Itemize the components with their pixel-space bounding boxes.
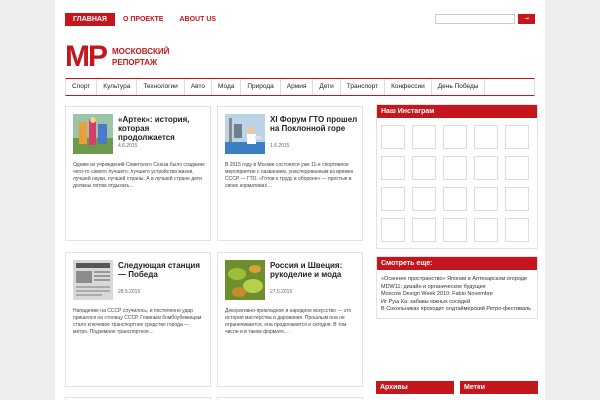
category-kids[interactable]: Дети bbox=[313, 79, 341, 95]
instagram-photo[interactable] bbox=[474, 125, 498, 149]
category-transport[interactable]: Транспорт bbox=[341, 79, 386, 95]
post-excerpt: Нападение на СССР случилось, и постепенн… bbox=[73, 308, 202, 335]
post-excerpt: В 2015 году в Москве состоялся уже 11-е … bbox=[225, 162, 354, 189]
instagram-photo[interactable] bbox=[412, 218, 436, 242]
logo-mark: МР bbox=[65, 40, 108, 73]
instagram-photo[interactable] bbox=[443, 187, 467, 211]
post-title[interactable]: Россия и Швеция: рукоделие и мода bbox=[270, 261, 360, 279]
instagram-photo[interactable] bbox=[412, 125, 436, 149]
instagram-widget: Наш Инстаграм bbox=[376, 104, 538, 249]
instagram-photo[interactable] bbox=[443, 218, 467, 242]
post-date: 27.5.2015 bbox=[270, 289, 293, 295]
instagram-photo[interactable] bbox=[474, 187, 498, 211]
post-thumbnail[interactable] bbox=[73, 114, 113, 154]
post-date: 28.5.2015 bbox=[118, 289, 141, 295]
instagram-photo[interactable] bbox=[412, 187, 436, 211]
category-confessions[interactable]: Конфессии bbox=[385, 79, 432, 95]
category-fashion[interactable]: Мода bbox=[212, 79, 242, 95]
top-bar: ГЛАВНАЯ О ПРОЕКТЕ ABOUT US → bbox=[65, 13, 535, 27]
instagram-photo[interactable] bbox=[505, 125, 529, 149]
bottom-widgets: Архивы Метки bbox=[376, 381, 538, 394]
archives-title: Архивы bbox=[376, 381, 454, 394]
tags-title: Метки bbox=[460, 381, 538, 394]
see-also-link[interactable]: В Сокольниках проходит олдтаймерский Рет… bbox=[381, 306, 533, 314]
post-thumbnail[interactable] bbox=[225, 260, 265, 300]
post-excerpt: Декоративно-прикладное и народное искусс… bbox=[225, 308, 352, 335]
see-also-title: Смотреть еще: bbox=[377, 257, 537, 270]
instagram-photo[interactable] bbox=[443, 156, 467, 180]
category-nav: Спорт Культура Технологии Авто Мода Прир… bbox=[65, 78, 535, 96]
category-sport[interactable]: Спорт bbox=[66, 79, 98, 95]
instagram-photo[interactable] bbox=[381, 218, 405, 242]
top-nav-home[interactable]: ГЛАВНАЯ bbox=[65, 13, 115, 26]
instagram-photo[interactable] bbox=[381, 125, 405, 149]
post-title[interactable]: XI Форум ГТО прошел на Поклонной горе bbox=[270, 115, 360, 133]
see-also-widget: Смотреть еще: «Осеннее пространство» Япо… bbox=[376, 256, 538, 319]
instagram-title: Наш Инстаграм bbox=[377, 105, 537, 118]
category-nature[interactable]: Природа bbox=[241, 79, 281, 95]
see-also-link[interactable]: Иг Руш Ка: забавы южных соседей bbox=[381, 299, 533, 307]
instagram-photo[interactable] bbox=[381, 187, 405, 211]
category-auto[interactable]: Авто bbox=[185, 79, 212, 95]
instagram-photo[interactable] bbox=[505, 187, 529, 211]
instagram-photo[interactable] bbox=[443, 125, 467, 149]
post-thumbnail[interactable] bbox=[73, 260, 113, 300]
post-title[interactable]: Следующая станция — Победа bbox=[118, 261, 208, 279]
sidebar: Наш Инстаграм Смотреть еще: «Осеннее про… bbox=[376, 104, 538, 394]
post-date: 4.6.2015 bbox=[118, 143, 138, 149]
post-card[interactable]: XI Форум ГТО прошел на Поклонной горе 1.… bbox=[217, 106, 363, 241]
site-logo[interactable]: МР МОСКОВСКИЙ РЕПОРТАЖ bbox=[65, 42, 192, 72]
post-thumbnail[interactable] bbox=[225, 114, 265, 154]
instagram-photo[interactable] bbox=[474, 218, 498, 242]
see-also-link[interactable]: «Осеннее пространство» Японии в Аптекарс… bbox=[381, 276, 533, 284]
post-date: 1.6.2015 bbox=[270, 143, 290, 149]
post-card[interactable]: Россия и Швеция: рукоделие и мода 27.5.2… bbox=[217, 252, 363, 387]
page: ГЛАВНАЯ О ПРОЕКТЕ ABOUT US → МР МОСКОВСК… bbox=[55, 0, 545, 400]
top-nav-about-us[interactable]: ABOUT US bbox=[171, 13, 224, 26]
post-card[interactable]: «Артек»: история, которая продолжается 4… bbox=[65, 106, 211, 241]
logo-text: МОСКОВСКИЙ РЕПОРТАЖ bbox=[112, 47, 170, 67]
see-also-list: «Осеннее пространство» Японии в Аптекарс… bbox=[377, 270, 537, 318]
see-also-link[interactable]: Moscow Design Week 2010: Fabio Novembre bbox=[381, 291, 533, 299]
instagram-photo[interactable] bbox=[474, 156, 498, 180]
search-input[interactable] bbox=[435, 14, 515, 24]
instagram-photo[interactable] bbox=[505, 218, 529, 242]
category-culture[interactable]: Культура bbox=[97, 79, 138, 95]
instagram-photo[interactable] bbox=[505, 156, 529, 180]
category-technology[interactable]: Технологии bbox=[137, 79, 185, 95]
instagram-photo[interactable] bbox=[412, 156, 436, 180]
search-form: → bbox=[435, 14, 535, 24]
category-victory-day[interactable]: День Победы bbox=[432, 79, 486, 95]
post-title[interactable]: «Артек»: история, которая продолжается bbox=[118, 115, 208, 142]
instagram-photo[interactable] bbox=[381, 156, 405, 180]
post-excerpt: Одним из учреждений Советского Союза был… bbox=[73, 162, 205, 189]
category-army[interactable]: Армия bbox=[281, 79, 314, 95]
top-nav-about-project[interactable]: О ПРОЕКТЕ bbox=[115, 13, 172, 26]
see-also-link[interactable]: MDW11: дизайн и органическое будущее bbox=[381, 284, 533, 292]
search-button[interactable]: → bbox=[518, 14, 535, 24]
instagram-grid bbox=[377, 118, 537, 248]
post-card[interactable]: Следующая станция — Победа 28.5.2015 Нап… bbox=[65, 252, 211, 387]
